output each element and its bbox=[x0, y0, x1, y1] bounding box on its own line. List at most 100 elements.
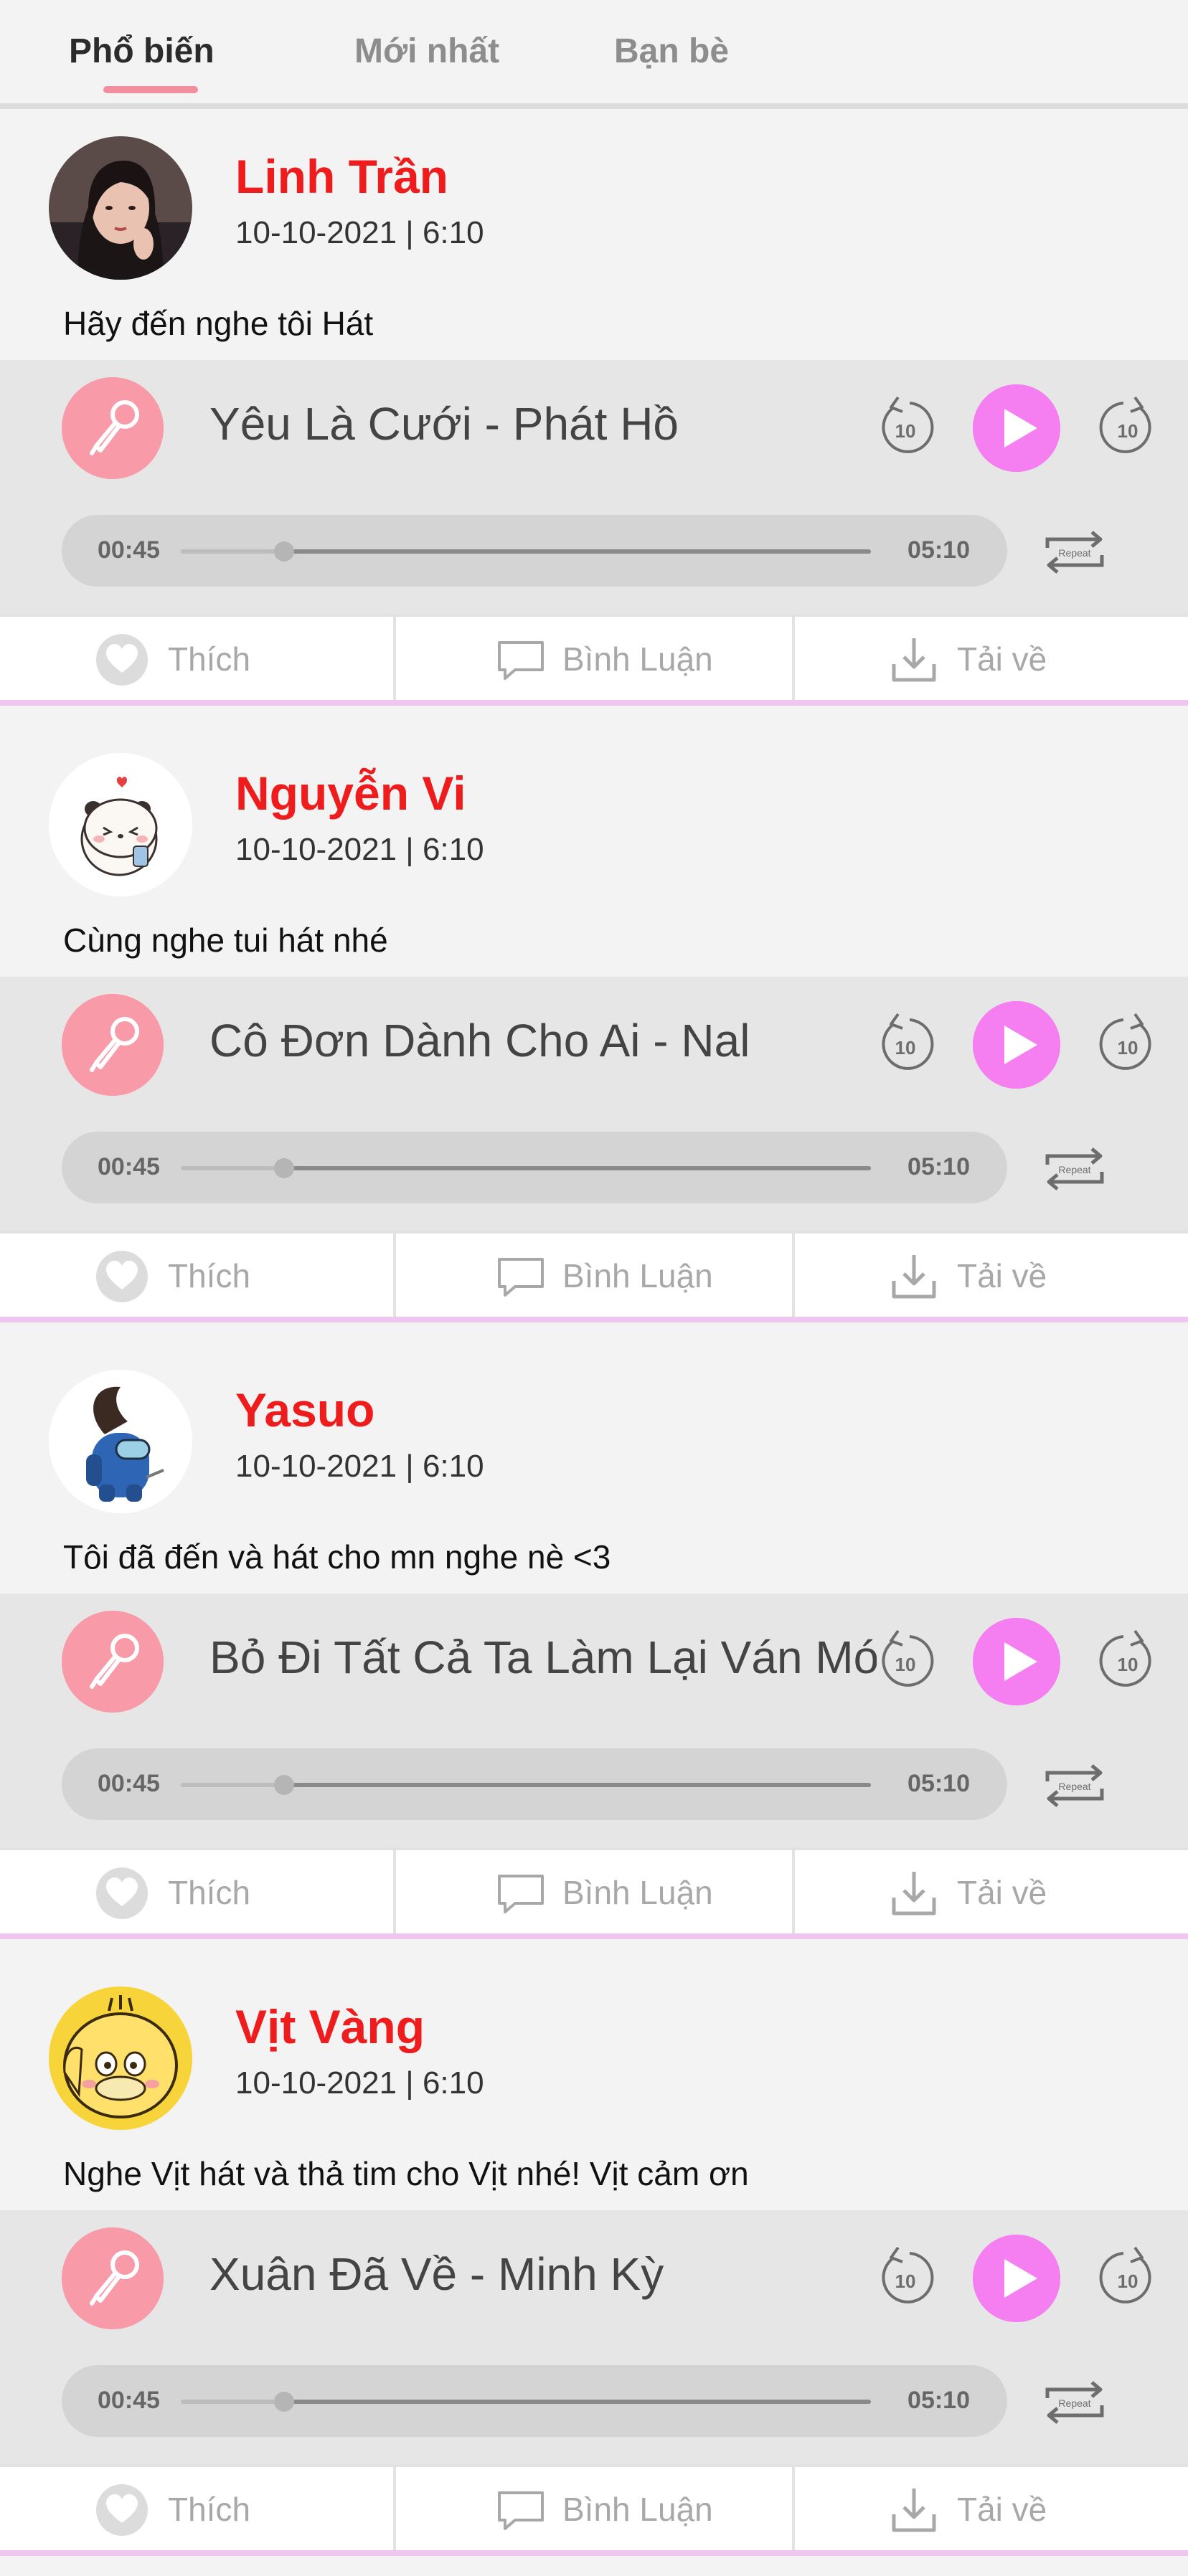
seek-track[interactable] bbox=[181, 541, 871, 562]
microphone-icon[interactable] bbox=[62, 377, 164, 479]
download-label: Tải về bbox=[957, 1874, 1047, 1911]
rewind-10-icon[interactable]: 10 bbox=[869, 1625, 941, 1697]
comment-bubble-icon bbox=[494, 1249, 548, 1304]
rewind-10-icon[interactable]: 10 bbox=[869, 392, 941, 463]
seek-handle[interactable] bbox=[274, 541, 294, 562]
comment-button[interactable]: Bình Luận bbox=[396, 1233, 795, 1317]
download-icon bbox=[887, 2483, 941, 2537]
post-datetime: 10-10-2021 | 6:10 bbox=[235, 832, 484, 867]
like-label: Thích bbox=[168, 2491, 251, 2528]
comment-label: Bình Luận bbox=[562, 2491, 713, 2528]
repeat-icon[interactable]: Repeat bbox=[1037, 1760, 1112, 1812]
time-total: 05:10 bbox=[908, 1153, 970, 1180]
download-button[interactable]: Tải về bbox=[795, 1233, 1188, 1317]
post-datetime: 10-10-2021 | 6:10 bbox=[235, 2065, 484, 2101]
tab-popular[interactable]: Phổ biến bbox=[69, 32, 214, 71]
seek-track[interactable] bbox=[181, 1158, 871, 1178]
download-button[interactable]: Tải về bbox=[795, 617, 1188, 700]
comment-label: Bình Luận bbox=[562, 1257, 713, 1294]
seek-track[interactable] bbox=[181, 2392, 871, 2412]
username[interactable]: Linh Trần bbox=[235, 149, 448, 204]
microphone-icon[interactable] bbox=[62, 1611, 164, 1713]
post-actions: Thích Bình Luận Tải về bbox=[0, 1231, 1188, 1322]
comment-button[interactable]: Bình Luận bbox=[396, 617, 795, 700]
tab-newest[interactable]: Mới nhất bbox=[354, 32, 499, 71]
post-caption: Nghe Vịt hát và thả tim cho Vịt nhé! Vịt… bbox=[63, 2155, 749, 2192]
download-button[interactable]: Tải về bbox=[795, 2467, 1188, 2550]
microphone-icon[interactable] bbox=[62, 994, 164, 1096]
like-button[interactable]: Thích bbox=[0, 1850, 396, 1933]
heart-icon bbox=[95, 633, 149, 687]
time-current: 00:45 bbox=[98, 2387, 160, 2414]
username[interactable]: Yasuo bbox=[235, 1383, 374, 1437]
time-total: 05:10 bbox=[908, 2387, 970, 2414]
comment-button[interactable]: Bình Luận bbox=[396, 1850, 795, 1933]
song-title: Xuân Đã Về - Minh Kỳ bbox=[209, 2248, 664, 2300]
repeat-label: Repeat bbox=[1058, 1781, 1090, 1792]
repeat-icon[interactable]: Repeat bbox=[1037, 1143, 1112, 1195]
comment-label: Bình Luận bbox=[562, 640, 713, 678]
forward-10-icon[interactable]: 10 bbox=[1092, 2242, 1164, 2314]
play-button[interactable] bbox=[973, 2235, 1060, 2322]
post-actions: Thích Bình Luận Tải về bbox=[0, 1847, 1188, 1939]
download-icon bbox=[887, 1249, 941, 1304]
post-card: Linh Trần 10-10-2021 | 6:10 Hãy đến nghe… bbox=[0, 109, 1188, 726]
avatar-girl-photo[interactable] bbox=[49, 136, 192, 280]
post-datetime: 10-10-2021 | 6:10 bbox=[235, 215, 484, 250]
rewind-10-icon[interactable]: 10 bbox=[869, 2242, 941, 2314]
seek-remaining bbox=[284, 1166, 871, 1170]
avatar-psyduck-sticker[interactable] bbox=[49, 1987, 192, 2130]
download-label: Tải về bbox=[957, 640, 1047, 678]
repeat-icon[interactable]: Repeat bbox=[1037, 526, 1112, 578]
song-title: Bỏ Đi Tất Cả Ta Làm Lại Ván Mới bbox=[209, 1632, 877, 1683]
song-title: Cô Đơn Dành Cho Ai - Nal bbox=[209, 1015, 750, 1066]
forward-seconds: 10 bbox=[1118, 1654, 1138, 1675]
post-caption: Cùng nghe tui hát nhé bbox=[63, 922, 388, 959]
seek-played bbox=[181, 549, 284, 554]
seek-handle[interactable] bbox=[274, 2392, 294, 2412]
seek-track[interactable] bbox=[181, 1775, 871, 1795]
audio-player: Xuân Đã Về - Minh Kỳ 10 10 00:45 05:10 R… bbox=[0, 2210, 1188, 2464]
progress-bar: 00:45 05:10 bbox=[62, 2365, 1007, 2437]
username[interactable]: Nguyễn Vi bbox=[235, 766, 466, 820]
song-title: Yêu Là Cưới - Phát Hồ bbox=[209, 398, 679, 450]
seek-handle[interactable] bbox=[274, 1158, 294, 1178]
forward-10-icon[interactable]: 10 bbox=[1092, 392, 1164, 463]
rewind-10-icon[interactable]: 10 bbox=[869, 1008, 941, 1080]
like-label: Thích bbox=[168, 1874, 251, 1911]
time-total: 05:10 bbox=[908, 536, 970, 564]
download-button[interactable]: Tải về bbox=[795, 1850, 1188, 1933]
microphone-icon[interactable] bbox=[62, 2227, 164, 2329]
username[interactable]: Vịt Vàng bbox=[235, 1999, 425, 2054]
forward-10-icon[interactable]: 10 bbox=[1092, 1625, 1164, 1697]
seek-remaining bbox=[284, 549, 871, 554]
like-label: Thích bbox=[168, 640, 251, 678]
rewind-seconds: 10 bbox=[895, 2270, 916, 2292]
comment-button[interactable]: Bình Luận bbox=[396, 2467, 795, 2550]
repeat-label: Repeat bbox=[1058, 547, 1090, 559]
heart-icon bbox=[95, 1866, 149, 1921]
like-button[interactable]: Thích bbox=[0, 1233, 396, 1317]
avatar-among-us-sticker[interactable] bbox=[49, 1370, 192, 1513]
seek-played bbox=[181, 1166, 284, 1170]
play-button[interactable] bbox=[973, 1618, 1060, 1705]
repeat-icon[interactable]: Repeat bbox=[1037, 2377, 1112, 2428]
avatar-panda-sticker[interactable] bbox=[49, 753, 192, 896]
play-button[interactable] bbox=[973, 384, 1060, 472]
seek-handle[interactable] bbox=[274, 1775, 294, 1795]
forward-seconds: 10 bbox=[1118, 2270, 1138, 2292]
rewind-seconds: 10 bbox=[895, 1654, 916, 1675]
tab-friends[interactable]: Bạn bè bbox=[614, 32, 729, 71]
time-current: 00:45 bbox=[98, 536, 160, 564]
progress-bar: 00:45 05:10 bbox=[62, 515, 1007, 587]
like-button[interactable]: Thích bbox=[0, 2467, 396, 2550]
tab-active-indicator bbox=[103, 86, 198, 93]
heart-icon bbox=[95, 1249, 149, 1304]
repeat-label: Repeat bbox=[1058, 2397, 1090, 2409]
like-button[interactable]: Thích bbox=[0, 617, 396, 700]
post-actions: Thích Bình Luận Tải về bbox=[0, 2464, 1188, 2556]
comment-bubble-icon bbox=[494, 633, 548, 687]
play-button[interactable] bbox=[973, 1001, 1060, 1089]
rewind-seconds: 10 bbox=[895, 420, 916, 442]
forward-10-icon[interactable]: 10 bbox=[1092, 1008, 1164, 1080]
